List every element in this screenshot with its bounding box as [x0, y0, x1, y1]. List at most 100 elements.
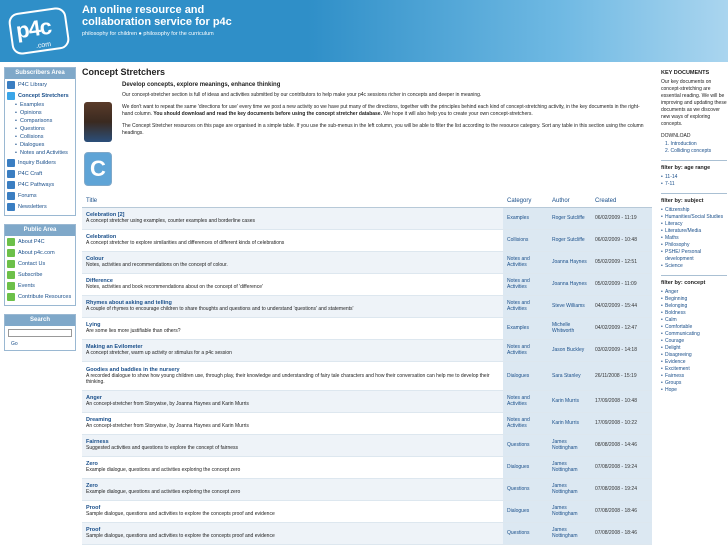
logo-text: p4c — [14, 13, 53, 44]
filter-concept-excitement[interactable]: Excitement — [661, 366, 727, 373]
cell-category[interactable]: Questions — [503, 434, 548, 457]
key-documents-text: Our key documents on concept-stretching … — [661, 79, 727, 127]
sub-item-examples[interactable]: Examples — [5, 101, 75, 109]
filter-concept-delight[interactable]: Delight — [661, 345, 727, 352]
cell-author[interactable]: Karin Murris — [548, 412, 591, 435]
filter-age-11-14[interactable]: 11-14 — [661, 174, 727, 181]
cell-category[interactable]: Notes and Activities — [503, 295, 548, 318]
cell-author[interactable]: Roger Sutcliffe — [548, 229, 591, 252]
filter-subject-philosophy[interactable]: Philosophy — [661, 242, 727, 249]
sidebar-item-p4c-pathways[interactable]: P4C Pathways — [5, 179, 75, 190]
cell-author[interactable]: James Nottingham — [548, 456, 591, 479]
cell-category[interactable]: Notes and Activities — [503, 390, 548, 413]
filter-age-7-11[interactable]: 7-11 — [661, 181, 727, 188]
doc-link-2-colliding-concepts[interactable]: 2. Colliding concepts — [661, 148, 727, 155]
subject-filter-heading: filter by: subject — [661, 198, 704, 204]
sidebar-item-inquiry-builders[interactable]: Inquiry Builders — [5, 157, 75, 168]
cell-category[interactable]: Dialogues — [503, 361, 548, 391]
cell-author[interactable]: Sara Stanley — [548, 361, 591, 391]
filter-concept-comfortable[interactable]: Comfortable — [661, 324, 727, 331]
cell-created: 05/02/2009 - 11:09 — [591, 273, 652, 296]
sidebar-item-contact-us[interactable]: Contact Us — [5, 258, 75, 269]
cell-category[interactable]: Dialogues — [503, 456, 548, 479]
newsletter-icon — [7, 202, 15, 211]
sidebar-item-forums[interactable]: Forums — [5, 190, 75, 201]
filter-subject-literacy[interactable]: Literacy — [661, 221, 727, 228]
cell-category[interactable]: Examples — [503, 207, 548, 230]
sidebar-item-p4c-library[interactable]: P4C Library — [5, 79, 75, 90]
filter-concept-fairness[interactable]: Fairness — [661, 373, 727, 380]
filter-concept-evidence[interactable]: Evidence — [661, 359, 727, 366]
sub-item-dialogues[interactable]: Dialogues — [5, 141, 75, 149]
cell-category[interactable]: Collisions — [503, 229, 548, 252]
cell-category[interactable]: Notes and Activities — [503, 251, 548, 274]
cell-author[interactable]: Karin Murris — [548, 390, 591, 413]
cell-created: 07/08/2008 - 19:24 — [591, 456, 652, 479]
sidebar-item-about-p4c[interactable]: About P4C — [5, 236, 75, 247]
filter-concept-groups[interactable]: Groups — [661, 380, 727, 387]
filter-concept-hope[interactable]: Hope — [661, 387, 727, 394]
sidebar-item-subscribe[interactable]: Subscribe — [5, 269, 75, 280]
filter-subject-citizenship[interactable]: Citizenship — [661, 207, 727, 214]
column-created[interactable]: Created — [591, 196, 652, 208]
search-input[interactable] — [8, 329, 72, 337]
cell-category[interactable]: Notes and Activities — [503, 273, 548, 296]
sidebar-item-contribute-resources[interactable]: Contribute Resources — [5, 291, 75, 302]
cell-category[interactable]: Notes and Activities — [503, 412, 548, 435]
sidebar-item-label: Concept Stretchers — [18, 92, 69, 99]
filter-subject-literature-media[interactable]: Literature/Media — [661, 228, 727, 235]
cell-author[interactable]: Steve Williams — [548, 295, 591, 318]
sidebar-item-p4c-craft[interactable]: P4C Craft — [5, 168, 75, 179]
cell-author[interactable]: James Nottingham — [548, 500, 591, 523]
sidebar-item-events[interactable]: Events — [5, 280, 75, 291]
cell-category[interactable]: Questions — [503, 522, 548, 545]
cell-author[interactable]: James Nottingham — [548, 522, 591, 545]
cell-category[interactable]: Examples — [503, 317, 548, 340]
resource-description: A couple of rhymes to encourage children… — [86, 306, 354, 312]
cell-category[interactable]: Questions — [503, 478, 548, 501]
cell-category[interactable]: Notes and Activities — [503, 339, 548, 362]
filter-concept-communicating[interactable]: Communicating — [661, 331, 727, 338]
filter-concept-anger[interactable]: Anger — [661, 289, 727, 296]
sub-item-notes-and-activities[interactable]: Notes and Activities — [5, 149, 75, 157]
cell-author[interactable]: Joanna Haynes — [548, 251, 591, 274]
filter-subject-science[interactable]: Science — [661, 263, 727, 270]
doc-link-1-introduction[interactable]: 1. Introduction — [661, 141, 727, 148]
cell-author[interactable]: Jason Buckley — [548, 339, 591, 362]
filter-subject-humanities-social-studies[interactable]: Humanities/Social Studies — [661, 214, 727, 221]
sidebar-item-about-p4c-com[interactable]: About p4c.com — [5, 247, 75, 258]
pathways-icon — [7, 180, 15, 189]
filter-subject-maths[interactable]: Maths — [661, 235, 727, 242]
cell-author[interactable]: James Nottingham — [548, 434, 591, 457]
intro-heading: Develop concepts, explore meanings, enha… — [122, 82, 281, 88]
sidebar-item-newsletters[interactable]: Newsletters — [5, 201, 75, 212]
cell-author[interactable]: Michelle Whitworth — [548, 317, 591, 340]
filter-concept-belonging[interactable]: Belonging — [661, 303, 727, 310]
filter-concept-disagreeing[interactable]: Disagreeing — [661, 352, 727, 359]
cell-author[interactable]: James Nottingham — [548, 478, 591, 501]
column-category[interactable]: Category — [503, 196, 548, 208]
column-title[interactable]: Title — [82, 196, 503, 208]
cell-title: Colour Notes, activities and recommendati… — [82, 251, 503, 274]
resource-description: Sample dialogue, questions and activitie… — [86, 511, 275, 517]
filter-concept-courage[interactable]: Courage — [661, 338, 727, 345]
table-row: Anger An concept-stretcher from Storywise… — [82, 390, 652, 413]
sub-item-collisions[interactable]: Collisions — [5, 133, 75, 141]
cell-category[interactable]: Dialogues — [503, 500, 548, 523]
sub-item-questions[interactable]: Questions — [5, 125, 75, 133]
cell-author[interactable]: Joanna Haynes — [548, 273, 591, 296]
column-author[interactable]: Author — [548, 196, 591, 208]
filter-concept-calm[interactable]: Calm — [661, 317, 727, 324]
sub-item-comparisons[interactable]: Comparisons — [5, 117, 75, 125]
search-go-button[interactable]: Go — [8, 341, 75, 350]
sidebar-item-concept-stretchers[interactable]: Concept Stretchers — [5, 90, 75, 101]
sub-item-opinions[interactable]: Opinions — [5, 109, 75, 117]
filter-concept-boldness[interactable]: Boldness — [661, 310, 727, 317]
filter-concept-beginning[interactable]: Beginning — [661, 296, 727, 303]
table-row: Lying Are some lies more justifiable than… — [82, 317, 652, 340]
cell-author[interactable]: Roger Sutcliffe — [548, 207, 591, 230]
cell-created: 05/02/2009 - 12:51 — [591, 251, 652, 274]
site-logo[interactable]: p4c .com — [6, 6, 72, 58]
filter-subject-pshe-personal-development[interactable]: PSHE/ Personal development — [661, 249, 727, 263]
cell-title: Celebration [2] A concept stretcher using… — [82, 207, 503, 230]
